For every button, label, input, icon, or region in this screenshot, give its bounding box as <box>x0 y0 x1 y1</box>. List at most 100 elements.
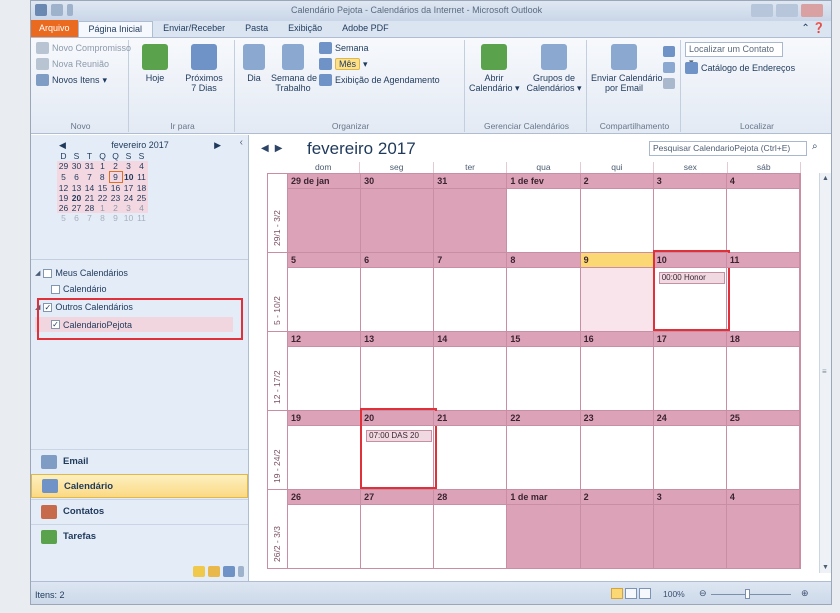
mini-day[interactable]: 2 <box>109 203 122 213</box>
calendar-search-input[interactable]: Pesquisar CalendarioPejota (Ctrl+E) <box>649 141 807 156</box>
minimize-button[interactable] <box>751 4 773 17</box>
mini-day[interactable]: 29 <box>57 161 70 172</box>
mini-day[interactable]: 17 <box>122 182 135 193</box>
meus-calendarios-checkbox[interactable] <box>43 268 53 278</box>
day-cell[interactable]: 3 <box>653 490 727 568</box>
mini-day[interactable]: 2 <box>109 161 122 172</box>
mini-day[interactable]: 10 <box>122 171 135 183</box>
day-cell[interactable]: 2 <box>580 174 654 252</box>
day-cell[interactable]: 9 <box>580 253 654 331</box>
mini-day[interactable]: 26 <box>57 203 70 213</box>
day-cell[interactable]: 8 <box>507 253 581 331</box>
nova-reuniao-button[interactable]: Nova Reunião <box>36 58 109 70</box>
publish-calendar-icon[interactable] <box>663 62 675 73</box>
mini-day[interactable]: 4 <box>135 203 148 213</box>
day-cell[interactable]: 20 07:00 DAS 20 <box>360 408 438 489</box>
day-cell[interactable]: 14 <box>434 332 508 410</box>
normal-view-icon[interactable] <box>611 588 623 599</box>
week-label[interactable]: 29/1 - 3/2 <box>268 174 288 252</box>
day-cell[interactable]: 13 <box>361 332 435 410</box>
mini-day[interactable]: 16 <box>109 182 122 193</box>
compact-view-icon[interactable] <box>639 588 651 599</box>
day-cell[interactable]: 25 <box>726 411 800 489</box>
mini-day[interactable]: 11 <box>135 213 148 223</box>
day-cell[interactable]: 11 <box>726 253 800 331</box>
scroll-grip-icon[interactable]: ≡ <box>822 367 827 376</box>
abrir-calendario-button[interactable]: Abrir Calendário ▾ <box>469 44 520 93</box>
enviar-calendario-email-button[interactable]: Enviar Calendário por Email <box>591 44 663 93</box>
mini-day[interactable]: 1 <box>96 161 109 172</box>
mini-day[interactable]: 8 <box>96 213 109 223</box>
send-receive-icon[interactable] <box>35 4 47 16</box>
mini-day[interactable]: 8 <box>96 171 109 183</box>
day-cell[interactable]: 29 de jan <box>288 174 362 252</box>
scroll-down-icon[interactable]: ▼ <box>822 564 829 571</box>
prev-month-icon[interactable]: ◀ <box>261 143 275 154</box>
mini-day[interactable]: 7 <box>83 171 96 183</box>
mini-day[interactable]: 12 <box>57 182 70 193</box>
mini-day[interactable]: 1 <box>96 203 109 213</box>
calendario-item[interactable]: Calendário <box>51 284 107 294</box>
mini-day[interactable]: 22 <box>96 193 109 203</box>
day-cell[interactable]: 21 <box>434 411 508 489</box>
share-calendar-icon[interactable] <box>663 46 675 57</box>
scroll-up-icon[interactable]: ▲ <box>822 175 829 182</box>
hoje-button[interactable]: Hoje <box>137 44 173 83</box>
meus-calendarios-group[interactable]: ◢ Meus Calendários <box>35 268 128 278</box>
exibicao-agendamento-button[interactable]: Exibição de Agendamento <box>319 74 440 86</box>
mini-day[interactable]: 31 <box>83 161 96 172</box>
mini-day[interactable]: 14 <box>83 182 96 193</box>
day-cell[interactable]: 3 <box>653 174 727 252</box>
mini-day[interactable]: 4 <box>135 161 148 172</box>
tab-arquivo[interactable]: Arquivo <box>31 20 78 37</box>
mini-day[interactable]: 19 <box>57 193 70 203</box>
day-cell[interactable]: 15 <box>507 332 581 410</box>
qat-dropdown-icon[interactable] <box>67 4 73 16</box>
mini-day[interactable]: 10 <box>122 213 135 223</box>
mini-next-month-icon[interactable]: ▶ <box>214 140 221 151</box>
folder-list-icon[interactable] <box>208 565 220 577</box>
mini-day[interactable]: 20 <box>70 193 83 203</box>
mini-day[interactable]: 6 <box>70 171 83 183</box>
mini-day[interactable]: 30 <box>70 161 83 172</box>
mini-day[interactable]: 5 <box>57 171 70 183</box>
notes-icon[interactable] <box>193 565 205 577</box>
mini-day[interactable]: 23 <box>109 193 122 203</box>
undo-icon[interactable] <box>51 4 63 16</box>
day-cell[interactable]: 18 <box>726 332 800 410</box>
nav-tarefas-button[interactable]: Tarefas <box>31 524 248 548</box>
tab-pagina-inicial[interactable]: Página Inicial <box>77 21 154 37</box>
mini-day-today[interactable]: 9 <box>108 171 123 183</box>
nav-email-button[interactable]: Email <box>31 449 248 473</box>
mini-day[interactable]: 3 <box>122 203 135 213</box>
mini-day[interactable]: 18 <box>135 182 148 193</box>
mini-day[interactable]: 6 <box>70 213 83 223</box>
day-cell[interactable]: 10 00:00 Honor <box>652 250 730 331</box>
zoom-slider-track[interactable] <box>711 594 791 595</box>
day-cell[interactable]: 4 <box>726 490 800 568</box>
zoom-out-icon[interactable]: ⊖ <box>699 588 707 599</box>
mes-view-button[interactable]: Mês ▾ <box>319 58 368 70</box>
day-cell[interactable]: 12 <box>288 332 362 410</box>
mini-day[interactable]: 9 <box>109 213 122 223</box>
mini-day[interactable]: 13 <box>70 182 83 193</box>
week-label[interactable]: 5 - 10/2 <box>268 253 288 331</box>
day-cell[interactable]: 31 <box>434 174 508 252</box>
next-month-icon[interactable]: ▶ <box>275 143 289 154</box>
help-icon[interactable]: ⌃ ❓ <box>801 23 825 34</box>
semana-view-button[interactable]: Semana <box>319 42 369 54</box>
calendar-permissions-icon[interactable] <box>663 78 675 89</box>
day-cell[interactable]: 26 <box>288 490 362 568</box>
day-cell[interactable]: 23 <box>580 411 654 489</box>
mini-day[interactable]: 5 <box>57 213 70 223</box>
localizar-contato-input[interactable]: Localizar um Contato ▾ <box>685 42 783 67</box>
day-cell[interactable]: 6 <box>361 253 435 331</box>
close-button[interactable] <box>801 4 823 17</box>
mini-day[interactable]: 3 <box>122 161 135 172</box>
week-label[interactable]: 19 - 24/2 <box>268 411 288 489</box>
novo-compromisso-button[interactable]: Novo Compromisso <box>36 42 131 54</box>
tab-pasta[interactable]: Pasta <box>235 21 278 37</box>
nav-calendario-button[interactable]: Calendário <box>31 474 248 498</box>
mini-day[interactable]: 11 <box>135 171 148 183</box>
tab-exibicao[interactable]: Exibição <box>278 21 332 37</box>
